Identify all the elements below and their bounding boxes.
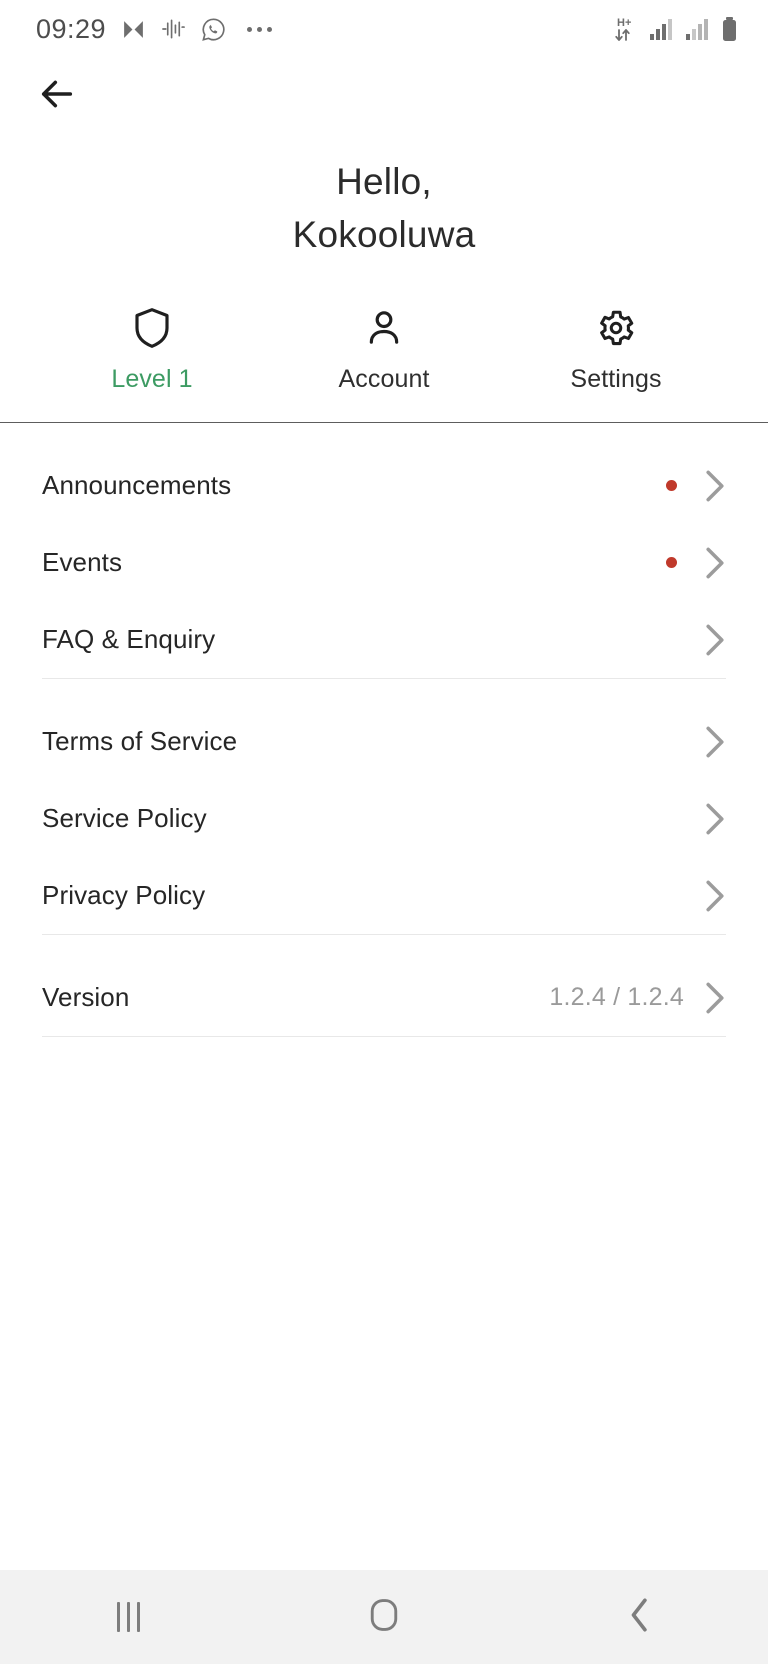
signal-bars-sim1-icon [649, 16, 676, 42]
menu-group-3: Version 1.2.4 / 1.2.4 [0, 935, 768, 1036]
menu-group-2: Terms of Service Service Policy Privacy … [0, 679, 768, 934]
top-bar [0, 58, 768, 134]
greeting-line-2: Kokooluwa [292, 213, 476, 255]
chevron-right-icon [704, 802, 726, 836]
recents-icon [116, 1602, 140, 1632]
tab-settings-label: Settings [570, 365, 662, 394]
notification-dot [666, 557, 677, 569]
menu-item-label: Terms of Service [42, 726, 238, 757]
menu-group-divider-3 [42, 1036, 726, 1038]
signal-bars-sim2-icon [685, 16, 712, 42]
status-bar-clock: 09:29 [36, 13, 107, 44]
back-icon [627, 1597, 653, 1638]
status-bar-right: H+ [613, 14, 738, 44]
system-navigation-bar [0, 1570, 768, 1664]
notification-dot [666, 480, 677, 492]
status-bar: 09:29 H+ [0, 0, 768, 58]
menu-item-label: Announcements [42, 470, 232, 501]
menu-item-label: Version [42, 982, 130, 1013]
chevron-right-icon [704, 469, 726, 503]
chevron-right-icon [704, 981, 726, 1015]
tab-account-label: Account [338, 365, 430, 394]
audio-waveform-icon [161, 18, 186, 40]
gear-icon [595, 305, 637, 351]
nav-back-button[interactable] [512, 1570, 768, 1664]
menu-item-label: Events [42, 547, 123, 578]
version-value: 1.2.4 / 1.2.4 [549, 983, 684, 1012]
chevron-right-icon [704, 879, 726, 913]
chevron-right-icon [704, 623, 726, 657]
menu-item-terms-of-service[interactable]: Terms of Service [42, 703, 726, 780]
chevron-right-icon [704, 725, 726, 759]
tab-level-label: Level 1 [111, 365, 193, 394]
status-bar-left: 09:29 [36, 14, 613, 45]
menu-item-events[interactable]: Events [42, 524, 726, 601]
nav-recents-button[interactable] [0, 1570, 256, 1664]
chevron-right-icon [704, 546, 726, 580]
hplus-data-icon: H+ [613, 14, 640, 44]
tab-account[interactable]: Account [268, 305, 500, 394]
battery-icon [721, 16, 738, 43]
music-app-icon [121, 17, 146, 42]
person-icon [364, 305, 404, 351]
menu-item-label: Privacy Policy [42, 880, 206, 911]
menu-item-privacy-policy[interactable]: Privacy Policy [42, 857, 726, 934]
menu-item-version[interactable]: Version 1.2.4 / 1.2.4 [42, 959, 726, 1036]
shield-icon [132, 305, 172, 351]
menu-item-faq-enquiry[interactable]: FAQ & Enquiry [42, 601, 726, 678]
svg-text:H+: H+ [617, 17, 631, 29]
arrow-left-icon [37, 74, 77, 119]
menu-item-label: FAQ & Enquiry [42, 624, 216, 655]
tab-level[interactable]: Level 1 [36, 305, 268, 394]
menu-item-announcements[interactable]: Announcements [42, 447, 726, 524]
menu-group-1: Announcements Events FAQ & Enquiry [0, 423, 768, 678]
page-title: Hello, Kokooluwa [0, 134, 768, 261]
tab-settings[interactable]: Settings [500, 305, 732, 394]
menu-item-service-policy[interactable]: Service Policy [42, 780, 726, 857]
whatsapp-icon [201, 17, 226, 42]
nav-home-button[interactable] [256, 1570, 512, 1664]
more-notifications-icon [247, 26, 273, 32]
menu-item-label: Service Policy [42, 803, 207, 834]
tab-bar: Level 1 Account Settings [0, 261, 768, 422]
home-icon [369, 1598, 399, 1637]
greeting-line-1: Hello, [336, 161, 432, 202]
back-button[interactable] [30, 69, 84, 123]
